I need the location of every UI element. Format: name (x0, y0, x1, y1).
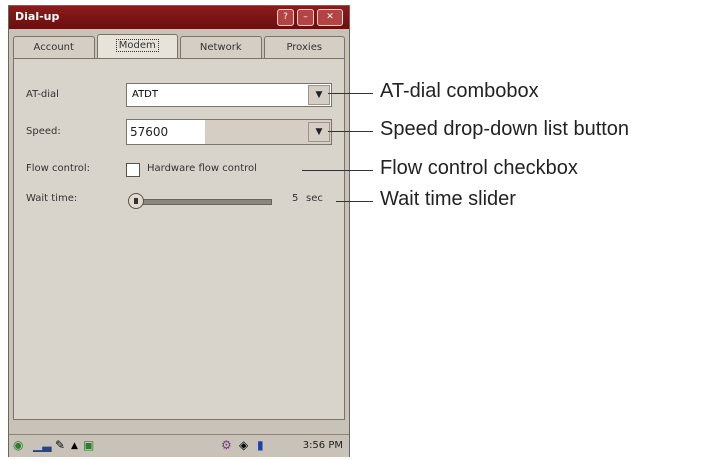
tab-network[interactable]: Network (180, 36, 262, 59)
flow-control-checkbox-label: Hardware flow control (147, 163, 257, 174)
close-button[interactable]: ✕ (317, 9, 343, 26)
speed-dropdown[interactable]: 57600 ▼ (126, 119, 332, 145)
title-buttons: ? – ✕ (277, 9, 343, 26)
chevron-down-icon[interactable]: ▼ (308, 85, 330, 105)
minimize-icon[interactable]: – (297, 9, 314, 26)
network-icon[interactable]: ▣ (83, 438, 94, 452)
speed-value: 57600 (127, 120, 205, 144)
wait-time-slider-track[interactable] (130, 199, 272, 205)
wait-time-value: 5 (292, 193, 299, 204)
callout-wait: Wait time slider (380, 188, 516, 210)
connection-icon[interactable]: ⚙ (221, 438, 232, 452)
callout-line-wait (336, 201, 373, 202)
at-dial-label: AT-dial (26, 89, 59, 100)
tab-label: Account (33, 42, 74, 53)
tab-label: Proxies (286, 42, 323, 53)
up-arrow-icon[interactable]: ▲ (71, 441, 78, 451)
tab-account[interactable]: Account (13, 36, 95, 59)
flow-control-checkbox[interactable] (126, 163, 140, 177)
flow-control-label: Flow control: (26, 163, 91, 174)
window-title: Dial-up (15, 10, 60, 23)
wait-time-unit: sec (306, 193, 323, 204)
dialup-window: Dial-up ? – ✕ Account Modem Network Prox… (8, 5, 350, 457)
modem-panel: AT-dial ATDT ▼ Speed: 57600 ▼ Flow contr… (13, 58, 345, 420)
security-icon[interactable]: ◈ (239, 438, 248, 452)
tab-label: Modem (115, 39, 159, 52)
at-dial-combobox[interactable]: ATDT ▼ (126, 83, 332, 107)
battery-icon[interactable]: ▮ (257, 438, 264, 452)
start-menu-icon[interactable]: ◉ (13, 438, 23, 452)
callout-flow: Flow control checkbox (380, 157, 578, 179)
tab-bar: Account Modem Network Proxies (13, 34, 345, 59)
title-bar: Dial-up ? – ✕ (9, 6, 349, 29)
callout-line-flow (302, 170, 373, 171)
callout-line-at-dial (328, 93, 373, 94)
callout-at-dial: AT-dial combobox (380, 80, 539, 102)
chevron-down-icon[interactable]: ▼ (308, 122, 330, 142)
pen-icon[interactable]: ✎ (55, 438, 65, 452)
callout-line-speed (328, 131, 373, 132)
tab-modem[interactable]: Modem (96, 34, 178, 59)
callout-speed: Speed drop-down list button (380, 118, 630, 140)
speed-label: Speed: (26, 126, 61, 137)
tab-proxies[interactable]: Proxies (263, 36, 345, 59)
clock: 3:56 PM (302, 440, 343, 451)
at-dial-value: ATDT (132, 89, 158, 100)
status-bar: ◉ ▁▃ ✎ ▲ ▣ ⚙ ◈ ▮ 3:56 PM (9, 434, 349, 457)
help-icon[interactable]: ? (277, 9, 294, 26)
tab-label: Network (199, 42, 242, 53)
wait-time-label: Wait time: (26, 193, 78, 204)
signal-icon[interactable]: ▁▃ (33, 438, 51, 452)
wait-time-slider-handle[interactable] (128, 193, 144, 209)
